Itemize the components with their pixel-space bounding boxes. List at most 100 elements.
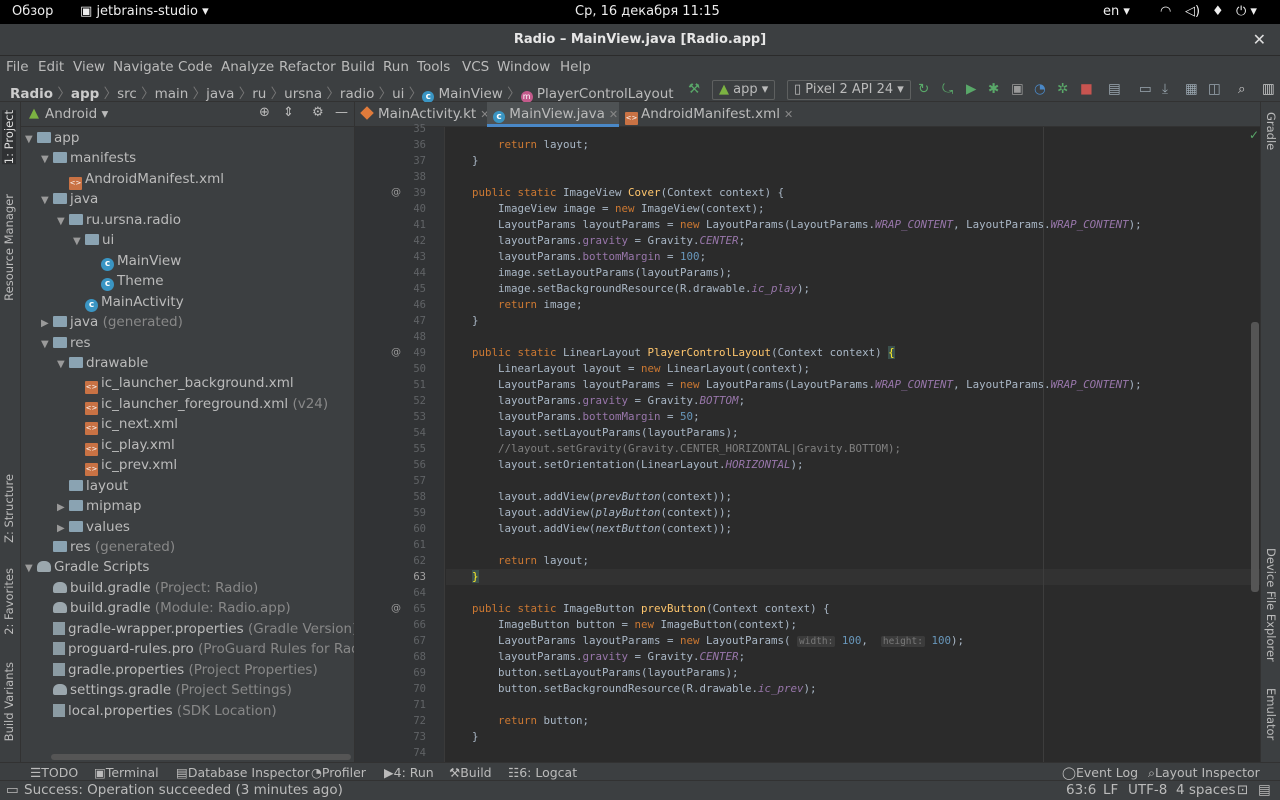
volume-icon[interactable]: ◁) [1185, 4, 1200, 19]
wifi-icon[interactable]: ◠ [1160, 4, 1171, 19]
tree-item[interactable]: ▼ ru.ursna.radio [57, 210, 181, 230]
code-line[interactable]: LinearLayout layout = new LinearLayout(c… [446, 361, 810, 377]
tree-item[interactable]: ▶ java (generated) [41, 312, 183, 332]
tree-item[interactable]: build.gradle (Module: Radio.app) [41, 598, 291, 618]
menu-edit[interactable]: Edit [38, 59, 64, 75]
layout-icon[interactable]: ◫ [1208, 81, 1224, 97]
code-line[interactable]: ImageButton button = new ImageButton(con… [446, 617, 797, 633]
chevron-down-icon[interactable]: ▼ [25, 559, 37, 579]
breadcrumb-item[interactable]: ursna [284, 86, 322, 102]
menu-navigate[interactable]: Navigate [113, 59, 174, 75]
code-line[interactable]: layoutParams.gravity = Gravity.CENTER; [446, 233, 745, 249]
code-line[interactable]: button.setBackgroundResource(R.drawable.… [446, 681, 817, 697]
code-line[interactable]: LayoutParams layoutParams = new LayoutPa… [446, 217, 1142, 233]
code-line[interactable]: layoutParams.bottomMargin = 100; [446, 249, 706, 265]
code-line[interactable]: LayoutParams layoutParams = new LayoutPa… [446, 633, 964, 649]
code-line[interactable]: image.setLayoutParams(layoutParams); [446, 265, 732, 281]
code-line[interactable]: layout.addView(playButton(context)); [446, 505, 732, 521]
indent-setting[interactable]: 4 spaces [1176, 782, 1236, 798]
tree-item[interactable]: proguard-rules.pro (ProGuard Rules for R… [41, 639, 354, 659]
menu-build[interactable]: Build [341, 59, 375, 75]
tree-item[interactable]: <> ic_launcher_background.xml [73, 373, 294, 395]
tree-item[interactable]: ▼ res [41, 333, 91, 353]
close-tab-icon[interactable]: ✕ [784, 108, 793, 121]
menu-tools[interactable]: Tools [417, 59, 450, 75]
chevron-down-icon[interactable]: ▼ [73, 232, 85, 252]
inspection-ok-icon[interactable]: ✓ [1249, 128, 1259, 142]
menu-help[interactable]: Help [560, 59, 591, 75]
code-line[interactable]: public static ImageButton prevButton(Con… [446, 601, 830, 617]
chevron-down-icon[interactable]: ▼ [25, 130, 37, 150]
build-variants-tab[interactable]: Build Variants [2, 662, 16, 741]
code-line[interactable]: return button; [446, 713, 589, 729]
breadcrumb-item[interactable]: ru [252, 86, 266, 102]
emulator-tab[interactable]: Emulator [1264, 688, 1278, 740]
code-line[interactable]: } [446, 153, 479, 169]
tree-item[interactable]: ▼ java [41, 189, 98, 209]
close-icon[interactable]: ✕ [1253, 30, 1266, 49]
override-marker-icon[interactable]: @ [391, 601, 401, 617]
locate-icon[interactable]: ⊕ [259, 105, 270, 120]
clock[interactable]: Ср, 16 декабря 11:15 [575, 4, 720, 19]
lock-icon[interactable]: ⊡ [1237, 782, 1248, 798]
editor-vertical-scrollbar[interactable] [1251, 322, 1259, 592]
tree-item[interactable]: build.gradle (Project: Radio) [41, 578, 258, 598]
keyboard-layout[interactable]: en ▾ [1103, 4, 1130, 19]
tree-item[interactable]: settings.gradle (Project Settings) [41, 680, 292, 700]
tree-item[interactable]: ▼ app [25, 128, 79, 148]
code-line[interactable]: layoutParams.gravity = Gravity.CENTER; [446, 649, 745, 665]
settings-icon[interactable]: ▥ [1262, 81, 1278, 97]
code-line[interactable]: layout.addView(nextButton(context)); [446, 521, 732, 537]
menu-analyze[interactable]: Analyze [221, 59, 274, 75]
breadcrumb-item[interactable]: main [155, 86, 189, 102]
collapse-all-icon[interactable]: ⇕ [283, 105, 294, 120]
avd-manager-icon[interactable]: ▭ [1139, 81, 1155, 97]
breadcrumb-item[interactable]: radio [340, 86, 374, 102]
tree-item[interactable]: <> ic_play.xml [73, 435, 175, 456]
event-log-button[interactable]: ◯ Event Log [1062, 765, 1138, 780]
code-line[interactable]: public static ImageView Cover(Context co… [446, 185, 784, 201]
tree-item[interactable]: gradle-wrapper.properties (Gradle Versio… [41, 619, 354, 639]
chevron-right-icon[interactable]: ▶ [57, 519, 69, 539]
menu-view[interactable]: View [73, 59, 105, 75]
menu-run[interactable]: Run [383, 59, 409, 75]
breadcrumb-item[interactable]: app [71, 86, 99, 102]
gradle-tab[interactable]: Gradle [1264, 112, 1278, 150]
tree-item[interactable]: <> ic_launcher_foreground.xml (v24) [73, 394, 328, 415]
layout-inspector-button[interactable]: ⌕ Layout Inspector [1148, 765, 1260, 781]
breadcrumb-item[interactable]: Radio [10, 86, 53, 102]
app-menu-button[interactable]: ▣ jetbrains-studio ▾ [80, 4, 209, 19]
tree-item[interactable]: ▼ drawable [57, 353, 148, 373]
file-encoding[interactable]: UTF-8 [1128, 782, 1167, 798]
chevron-down-icon[interactable]: ▼ [41, 150, 53, 170]
close-tab-icon[interactable]: ✕ [609, 108, 618, 121]
apply-code-changes-icon[interactable]: ⤿ [942, 81, 958, 97]
attach-debugger-icon[interactable]: ✲ [1057, 81, 1073, 97]
database-inspector-button[interactable]: ▤ Database Inspector [176, 765, 310, 780]
structure-tab[interactable]: Z: Structure [2, 474, 16, 543]
search-icon[interactable]: ⌕ [1238, 81, 1254, 97]
chevron-down-icon[interactable]: ▼ [57, 355, 69, 375]
tree-item[interactable]: c Theme [89, 271, 164, 292]
tree-item[interactable]: c MainView [89, 251, 181, 271]
status-message[interactable]: Success: Operation succeeded (3 minutes … [24, 782, 343, 798]
stop-icon[interactable]: ■ [1080, 81, 1096, 97]
code-line[interactable]: } [446, 569, 1260, 585]
code-line[interactable]: layoutParams.bottomMargin = 50; [446, 409, 700, 425]
tree-item[interactable]: ▼ Gradle Scripts [25, 557, 149, 577]
code-line[interactable]: layout.setOrientation(LinearLayout.HORIZ… [446, 457, 804, 473]
tree-item[interactable]: ▼ manifests [41, 148, 136, 168]
hide-icon[interactable]: — [335, 105, 348, 120]
menu-code[interactable]: Code [178, 59, 213, 75]
project-tool-tab[interactable]: 1: Project [2, 110, 16, 165]
gear-icon[interactable]: ⚙ [312, 105, 324, 120]
tab-androidmanifest[interactable]: <> AndroidManifest.xml ✕ [619, 102, 793, 127]
run-icon[interactable]: ▶ [966, 81, 982, 97]
tab-mainview[interactable]: c MainView.java ✕ [487, 102, 619, 127]
power-icon[interactable]: ⏻ ▾ [1236, 4, 1257, 19]
project-structure-icon[interactable]: ▦ [1185, 81, 1201, 97]
code-line[interactable]: //layout.setGravity(Gravity.CENTER_HORIZ… [446, 441, 901, 457]
memory-indicator-icon[interactable]: ▤ [1258, 782, 1271, 798]
tree-item[interactable]: <> ic_next.xml [73, 414, 178, 436]
horizontal-scrollbar[interactable] [51, 754, 351, 760]
